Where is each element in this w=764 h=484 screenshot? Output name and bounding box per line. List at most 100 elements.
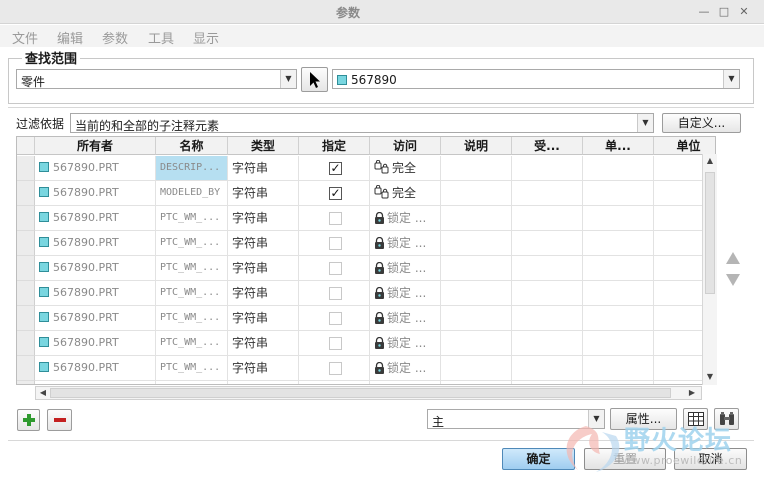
scroll-left-icon[interactable]: ◀ — [38, 388, 48, 397]
select-pointer-button[interactable] — [301, 67, 328, 92]
owner-cell[interactable]: 567890.PRT — [35, 306, 156, 331]
scroll-up-icon[interactable]: ▲ — [705, 156, 715, 165]
reset-button[interactable]: 重置 — [584, 448, 666, 470]
designated-checkbox[interactable] — [329, 312, 342, 325]
empty-cell[interactable] — [441, 156, 512, 181]
empty-cell[interactable] — [441, 181, 512, 206]
owner-cell[interactable]: 567890.PRT — [35, 356, 156, 381]
designated-checkbox[interactable] — [329, 287, 342, 300]
maximize-icon[interactable]: □ — [716, 4, 732, 20]
empty-cell[interactable] — [583, 281, 654, 306]
row-header[interactable] — [17, 281, 35, 306]
scroll-down-icon[interactable]: ▼ — [705, 372, 715, 381]
empty-cell[interactable] — [512, 381, 583, 384]
minimize-icon[interactable]: — — [696, 4, 712, 20]
empty-cell[interactable] — [583, 181, 654, 206]
row-header[interactable] — [17, 356, 35, 381]
access-cell[interactable]: 锁定 — [370, 381, 441, 384]
type-cell[interactable]: 字符串 — [228, 331, 299, 356]
designated-checkbox[interactable] — [329, 362, 342, 375]
name-cell[interactable]: DESCRIP... — [156, 156, 228, 181]
name-cell[interactable]: PTC_WM_... — [156, 256, 228, 281]
remove-parameter-button[interactable] — [47, 409, 72, 431]
owner-cell[interactable]: 567890.PRT — [35, 331, 156, 356]
add-parameter-button[interactable] — [17, 409, 40, 431]
scroll-thumb[interactable] — [705, 172, 715, 294]
empty-cell[interactable] — [441, 206, 512, 231]
empty-cell[interactable] — [583, 156, 654, 181]
name-cell[interactable]: PTC_WM_... — [156, 281, 228, 306]
cancel-button[interactable]: 取消 — [674, 448, 747, 470]
designated-checkbox[interactable] — [329, 262, 342, 275]
type-cell[interactable]: 字符串 — [228, 356, 299, 381]
empty-cell[interactable] — [512, 206, 583, 231]
empty-cell[interactable] — [583, 356, 654, 381]
access-cell[interactable]: 锁定 ... — [370, 356, 441, 381]
menu-tools[interactable]: 工具 — [148, 28, 174, 47]
scroll-thumb-horizontal[interactable] — [50, 388, 671, 398]
empty-cell[interactable] — [441, 231, 512, 256]
owner-cell[interactable]: 567890.PRT — [35, 156, 156, 181]
row-header[interactable] — [17, 181, 35, 206]
horizontal-scrollbar[interactable]: ◀ ▶ — [35, 386, 702, 400]
menu-file[interactable]: 文件 — [12, 28, 38, 47]
access-cell[interactable]: 完全 — [370, 156, 441, 181]
empty-cell[interactable] — [441, 381, 512, 384]
empty-cell[interactable] — [512, 281, 583, 306]
owner-cell[interactable]: 567890.PRT — [35, 181, 156, 206]
row-header[interactable] — [17, 156, 35, 181]
close-icon[interactable]: ✕ — [736, 4, 752, 20]
name-cell[interactable]: PTC_WM_... — [156, 356, 228, 381]
menu-edit[interactable]: 编辑 — [57, 28, 83, 47]
owner-cell[interactable]: 567890.PRT — [35, 281, 156, 306]
empty-cell[interactable] — [512, 331, 583, 356]
designated-checkbox[interactable]: ✓ — [329, 162, 342, 175]
type-cell[interactable]: 字符串 — [228, 181, 299, 206]
empty-cell[interactable] — [512, 306, 583, 331]
ok-button[interactable]: 确定 — [502, 448, 575, 470]
type-cell[interactable]: 字符串 — [228, 281, 299, 306]
column-header[interactable]: 说明 — [441, 137, 512, 155]
table-view-button[interactable] — [683, 408, 708, 430]
access-cell[interactable]: 锁定 ... — [370, 231, 441, 256]
row-header[interactable] — [17, 256, 35, 281]
scope-target-select[interactable]: 567890 ▼ — [332, 69, 740, 89]
scroll-right-icon[interactable]: ▶ — [687, 388, 697, 397]
access-cell[interactable]: 锁定 ... — [370, 306, 441, 331]
empty-cell[interactable] — [583, 306, 654, 331]
access-cell[interactable]: 锁定 ... — [370, 206, 441, 231]
empty-cell[interactable] — [441, 281, 512, 306]
type-cell[interactable]: 字符串 — [228, 256, 299, 281]
empty-cell[interactable] — [512, 356, 583, 381]
column-header[interactable]: 所有者 — [35, 137, 156, 155]
row-header[interactable] — [17, 306, 35, 331]
name-cell[interactable]: PTC_WM_... — [156, 231, 228, 256]
empty-cell[interactable] — [512, 181, 583, 206]
name-cell[interactable]: PTC_WM_... — [156, 306, 228, 331]
level-select[interactable]: 主 ▼ — [427, 409, 605, 429]
empty-cell[interactable] — [512, 231, 583, 256]
type-cell[interactable]: 字符串 — [228, 156, 299, 181]
designated-checkbox[interactable] — [329, 337, 342, 350]
column-header[interactable]: 单... — [583, 137, 654, 155]
filter-select[interactable]: 当前的和全部的子注释元素 ▼ — [70, 113, 654, 133]
row-header[interactable] — [17, 206, 35, 231]
owner-cell[interactable]: 567890.PRT — [35, 231, 156, 256]
column-header[interactable]: 类型 — [228, 137, 299, 155]
name-cell[interactable] — [156, 381, 228, 384]
access-cell[interactable]: 锁定 ... — [370, 256, 441, 281]
empty-cell[interactable] — [583, 381, 654, 384]
column-header[interactable]: 访问 — [370, 137, 441, 155]
empty-cell[interactable] — [441, 356, 512, 381]
name-cell[interactable]: PTC_WM_... — [156, 206, 228, 231]
owner-cell[interactable]: 567890.PRT — [35, 256, 156, 281]
column-header[interactable]: 名称 — [156, 137, 228, 155]
empty-cell[interactable] — [583, 331, 654, 356]
row-header[interactable] — [17, 231, 35, 256]
type-cell[interactable]: 字符串 — [228, 306, 299, 331]
type-cell[interactable]: 字符串 — [228, 231, 299, 256]
access-cell[interactable]: 锁定 ... — [370, 331, 441, 356]
access-cell[interactable]: 锁定 ... — [370, 281, 441, 306]
column-header[interactable]: 指定 — [299, 137, 370, 155]
row-header[interactable] — [17, 381, 35, 384]
